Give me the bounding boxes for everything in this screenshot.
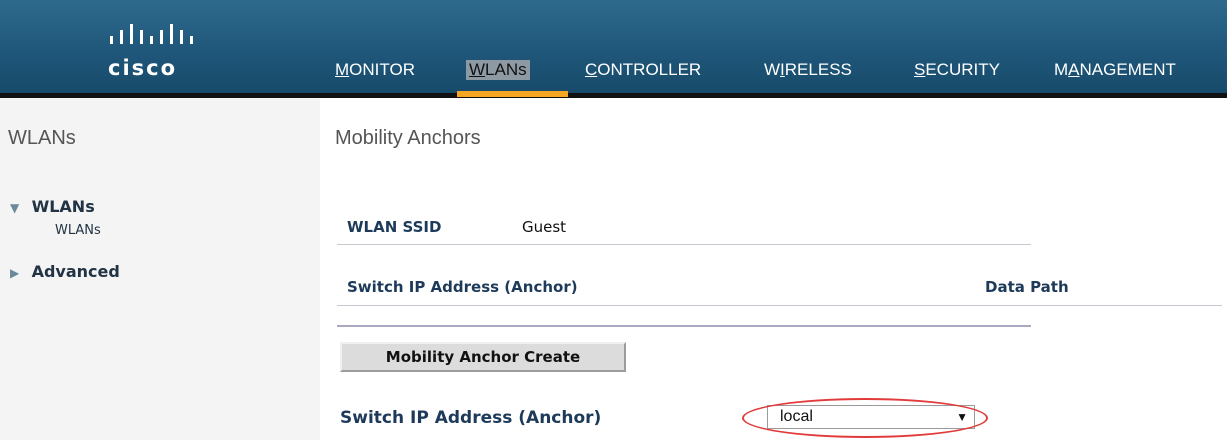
ssid-divider — [337, 244, 1031, 245]
nav-management-rest: NAGEMENT — [1079, 60, 1176, 79]
nav-security[interactable]: SECURITY — [914, 60, 1000, 80]
sidebar-group-advanced-label: Advanced — [31, 262, 120, 281]
page-title: Mobility Anchors — [335, 127, 481, 149]
sidebar-title: WLANs — [8, 127, 76, 149]
cisco-wordmark: cisco — [108, 56, 178, 80]
ssid-value: Guest — [522, 218, 567, 236]
triangle-right-icon: ▶ — [10, 266, 20, 280]
ssid-label: WLAN SSID — [347, 218, 442, 236]
cisco-bars-icon — [110, 24, 193, 44]
sidebar-group-advanced[interactable]: ▶ Advanced — [10, 262, 120, 281]
active-tab-indicator — [457, 91, 568, 97]
cisco-logo: cisco — [108, 24, 228, 80]
nav-wlans-accesskey: W — [469, 60, 486, 79]
nav-wireless-pre: W — [764, 60, 781, 79]
nav-management-pre: M — [1054, 60, 1069, 79]
nav-wireless-rest: RELESS — [784, 60, 852, 79]
highlight-ellipse — [742, 398, 988, 438]
nav-controller[interactable]: CONTROLLER — [585, 60, 701, 80]
nav-security-rest: ECURITY — [925, 60, 1000, 79]
nav-monitor[interactable]: MONITOR — [335, 60, 415, 80]
mobility-anchor-create-button[interactable]: Mobility Anchor Create — [340, 342, 626, 372]
nav-management-accesskey: A — [1068, 60, 1080, 79]
nav-wireless[interactable]: WIRELESS — [764, 60, 852, 80]
nav-security-accesskey: S — [914, 60, 926, 79]
sidebar-item-wlans[interactable]: WLANs — [55, 223, 101, 238]
nav-monitor-accesskey: M — [335, 60, 350, 79]
triangle-down-icon: ▼ — [10, 201, 20, 215]
nav-controller-rest: ONTROLLER — [597, 60, 702, 79]
column-header-data-path: Data Path — [985, 278, 1069, 296]
nav-management[interactable]: MANAGEMENT — [1054, 60, 1176, 80]
sidebar-group-wlans-label: WLANs — [31, 197, 95, 216]
table-bottom-divider — [337, 325, 1031, 327]
table-header-divider — [337, 305, 1222, 306]
nav-controller-accesskey: C — [585, 60, 598, 79]
sidebar-group-wlans[interactable]: ▼ WLANs — [10, 197, 95, 216]
column-header-anchor: Switch IP Address (Anchor) — [347, 278, 578, 296]
nav-monitor-rest: ONITOR — [349, 60, 415, 79]
nav-wlans-rest: LANs — [485, 60, 527, 79]
nav-wlans[interactable]: WLANs — [466, 60, 530, 80]
anchor-select-label: Switch IP Address (Anchor) — [340, 408, 602, 428]
